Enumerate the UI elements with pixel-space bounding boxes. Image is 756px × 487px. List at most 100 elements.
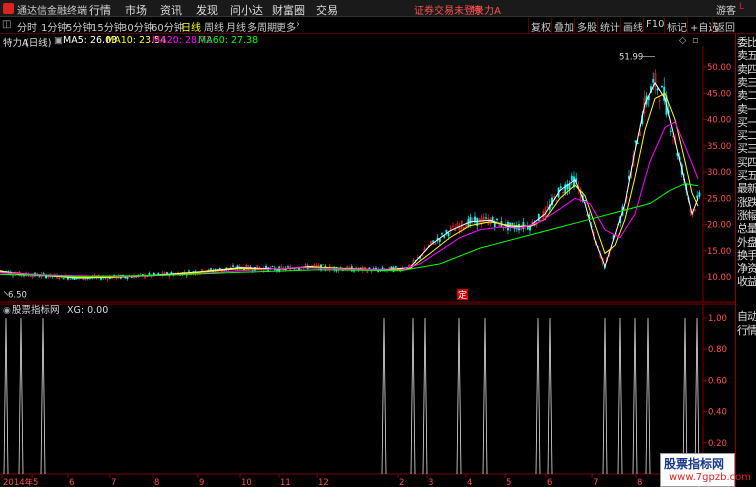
moving-average-lines bbox=[0, 81, 699, 279]
period-multi[interactable]: 多周期 bbox=[247, 19, 277, 34]
tool-duogu[interactable]: 多股 bbox=[574, 18, 599, 34]
menu-hangqing[interactable]: 行情 bbox=[89, 2, 111, 18]
candle-body bbox=[698, 192, 701, 197]
guest-user[interactable]: 游客 bbox=[716, 2, 736, 17]
tool-fuquan[interactable]: 复权 bbox=[528, 18, 553, 34]
menu-zixun[interactable]: 资讯 bbox=[160, 2, 182, 18]
date-tick-label: 8 bbox=[154, 478, 159, 487]
price-axis-ticks: 50.00 45.00 40.00 35.00 30.00 25.00 20.00 15.00… bbox=[703, 63, 731, 283]
quote-field-11: 最新 bbox=[737, 182, 756, 196]
tool-back[interactable]: 返回 bbox=[712, 18, 737, 34]
menu-jiaoyi[interactable]: 交易 bbox=[316, 2, 338, 18]
marker-text: 定 bbox=[458, 289, 467, 301]
signal-spike bbox=[535, 317, 541, 475]
candle-body bbox=[287, 266, 289, 268]
ma-line-ma5 bbox=[0, 81, 699, 279]
price-tick-label: 10.00 bbox=[707, 273, 731, 283]
date-tick-label: 11 bbox=[280, 478, 291, 487]
candle-body bbox=[696, 195, 699, 199]
quote-field-17: 净资 bbox=[737, 262, 756, 276]
indicator-name: 股票指标网 bbox=[12, 304, 60, 316]
high-price-label: 51.99 bbox=[619, 53, 643, 63]
date-tick-label: 6 bbox=[69, 478, 74, 487]
candle-body bbox=[148, 273, 151, 276]
auto-quote-0[interactable]: 自动 bbox=[737, 310, 756, 324]
candle-body bbox=[652, 79, 655, 83]
more-chevron-icon[interactable]: › bbox=[296, 19, 300, 30]
period-fenshi[interactable]: 分时 bbox=[17, 19, 37, 34]
quote-field-12: 涨跌 bbox=[737, 195, 756, 209]
tool-huaxian[interactable]: 画线 bbox=[620, 18, 645, 34]
period-more[interactable]: 更多 bbox=[276, 19, 296, 34]
quote-field-14: 总量 bbox=[737, 222, 756, 236]
menu-caifuquan[interactable]: 财富圈 bbox=[272, 2, 305, 18]
quote-field-13: 涨幅 bbox=[737, 208, 756, 222]
candle-body bbox=[394, 266, 397, 268]
signal-spike bbox=[682, 317, 688, 475]
signal-spike bbox=[694, 317, 700, 475]
date-tick-label: 12 bbox=[318, 478, 329, 487]
quote-field-1: 卖五 bbox=[737, 49, 756, 63]
date-tick-label: 2 bbox=[399, 478, 404, 487]
signal-spike bbox=[547, 317, 553, 475]
panel-toggle-icon[interactable]: ◫ bbox=[2, 19, 11, 30]
candle-body bbox=[322, 264, 325, 266]
period-5min[interactable]: 5分钟 bbox=[66, 19, 92, 34]
ma-line-ma20 bbox=[0, 121, 699, 278]
period-1min[interactable]: 1分钟 bbox=[41, 19, 67, 34]
signal-spike bbox=[602, 317, 608, 475]
tool-tongji[interactable]: 统计 bbox=[597, 18, 622, 34]
candle-body bbox=[559, 186, 562, 188]
date-tick-label: 9 bbox=[199, 478, 204, 487]
tool-diejia[interactable]: 叠加 bbox=[551, 18, 576, 34]
low-price-label: 6.50 bbox=[8, 290, 27, 300]
price-tick-label: 20.00 bbox=[707, 221, 731, 231]
indicator-value: XG: 0.00 bbox=[67, 305, 108, 316]
period-60min[interactable]: 60分钟 bbox=[151, 19, 184, 34]
period-weekly[interactable]: 周线 bbox=[204, 19, 224, 34]
tool-biaoji[interactable]: 标记 bbox=[664, 18, 689, 34]
price-tick-label: 25.00 bbox=[707, 194, 731, 204]
price-tick-label: 45.00 bbox=[707, 89, 731, 99]
candle-body bbox=[656, 88, 659, 91]
auto-quote-1[interactable]: 行情 bbox=[737, 324, 756, 338]
date-tick-label: 2014年 bbox=[3, 477, 34, 487]
menu-wenxiaoda[interactable]: 问小达 bbox=[230, 2, 263, 18]
quote-field-8: 买三 bbox=[737, 142, 756, 156]
candle-body bbox=[518, 224, 520, 231]
signal-spike bbox=[3, 317, 9, 475]
indicator-icon[interactable]: ◉ bbox=[3, 306, 11, 316]
signal-spike bbox=[381, 317, 387, 475]
signal-spike bbox=[645, 317, 651, 475]
candle-body bbox=[447, 232, 450, 237]
candle-body bbox=[42, 273, 45, 275]
quote-field-4: 卖二 bbox=[737, 89, 756, 103]
indicator-tick-label: 0.60 bbox=[708, 376, 727, 386]
menu-faxian[interactable]: 发现 bbox=[196, 2, 218, 18]
candle-body bbox=[636, 143, 639, 145]
candle-body bbox=[584, 199, 586, 202]
tool-f10[interactable]: F10 bbox=[643, 18, 666, 33]
quote-field-15: 外盘 bbox=[737, 235, 756, 249]
signal-spike bbox=[410, 317, 416, 475]
period-daily[interactable]: 日线 bbox=[181, 19, 201, 34]
candle-body bbox=[445, 229, 448, 233]
period-monthly[interactable]: 月线 bbox=[226, 19, 246, 34]
date-tick-label: 7 bbox=[111, 478, 116, 487]
chart-area[interactable]: 50.00 45.00 40.00 35.00 30.00 25.00 20.00 15.00… bbox=[0, 34, 735, 487]
candle-body bbox=[188, 270, 190, 272]
quote-field-16: 换手 bbox=[737, 248, 756, 262]
date-tick-label: 10 bbox=[241, 478, 252, 487]
quote-field-2: 卖四 bbox=[737, 62, 756, 76]
candle-body bbox=[232, 265, 234, 267]
candle-body bbox=[511, 222, 514, 225]
period-15min[interactable]: 15分钟 bbox=[91, 19, 124, 34]
ma-line-ma60 bbox=[0, 183, 699, 278]
candlesticks bbox=[1, 69, 701, 282]
indicator-tick-label: 0.80 bbox=[708, 345, 727, 355]
candle-body bbox=[210, 268, 212, 270]
candle-body bbox=[298, 268, 300, 270]
indicator-tick-label: 0.20 bbox=[708, 439, 727, 449]
menu-shichang[interactable]: 市场 bbox=[125, 2, 147, 18]
period-30min[interactable]: 30分钟 bbox=[121, 19, 154, 34]
